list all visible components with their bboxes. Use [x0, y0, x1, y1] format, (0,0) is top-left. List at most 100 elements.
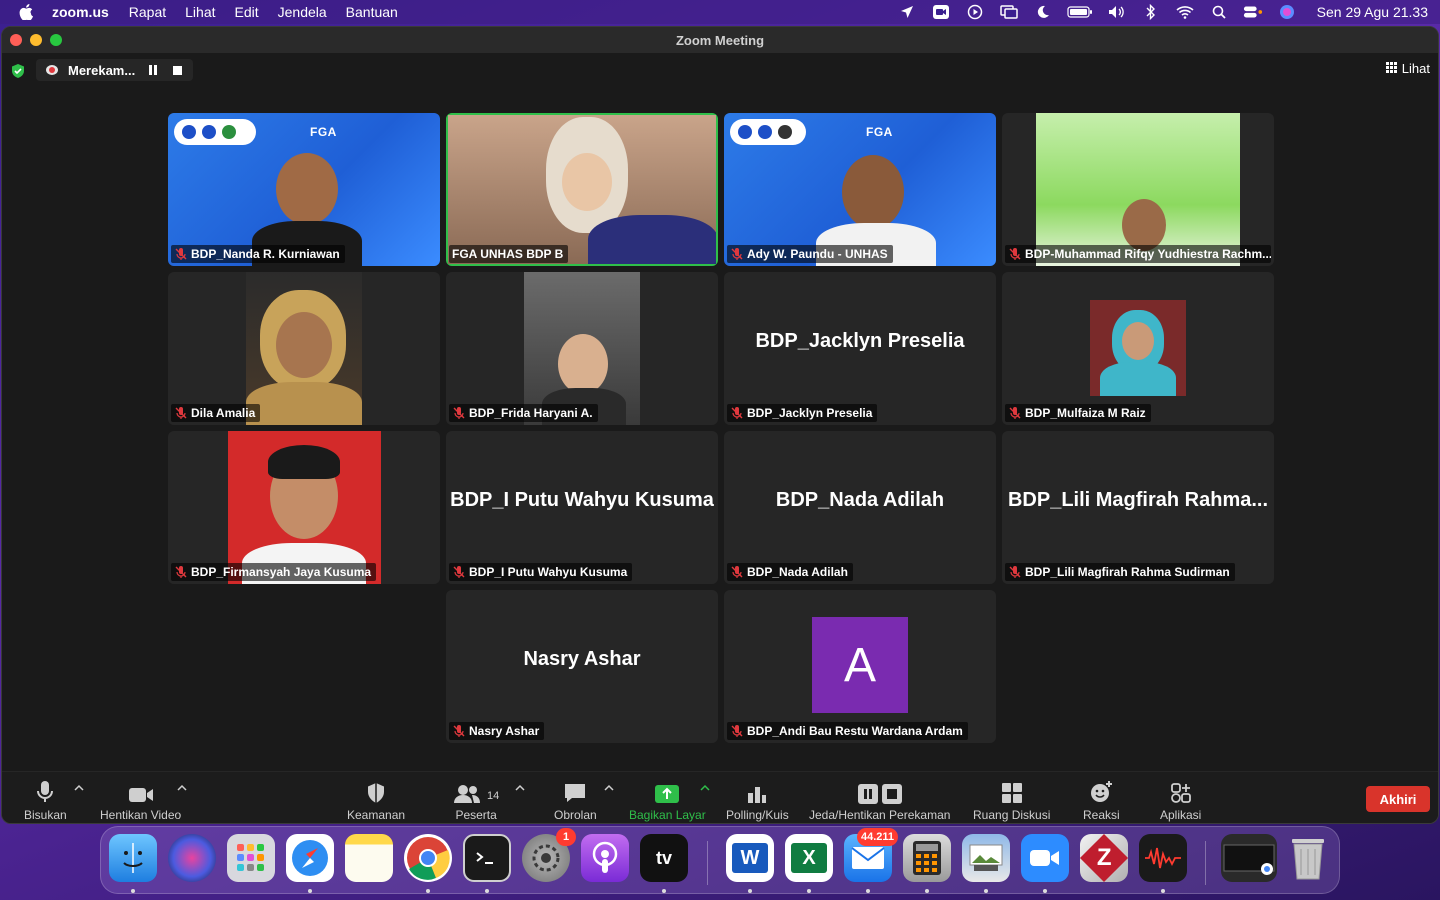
running-indicator	[1161, 889, 1165, 893]
security-button[interactable]: Keamanan	[347, 778, 405, 822]
participant-nametag: BDP_Andi Bau Restu Wardana Ardam	[727, 722, 968, 740]
participant-tile[interactable]: Nasry Ashar Nasry Ashar	[446, 590, 718, 743]
share-options-chevron-icon[interactable]	[700, 784, 710, 792]
podcasts-app-icon[interactable]	[581, 834, 629, 882]
stop-video-button[interactable]: Hentikan Video	[100, 778, 181, 822]
menu-edit[interactable]: Edit	[235, 4, 259, 20]
apple-tv-app-icon[interactable]: tv	[640, 834, 688, 882]
focus-moon-icon[interactable]	[1033, 4, 1053, 20]
apple-icon[interactable]	[12, 4, 40, 20]
participant-avatar: A	[812, 617, 908, 713]
end-meeting-button[interactable]: Akhiri	[1366, 786, 1430, 812]
participant-tile[interactable]: BDP_Frida Haryani A.	[446, 272, 718, 425]
filezilla-letter: Z	[1096, 843, 1112, 871]
pause-stop-recording-button[interactable]: Jeda/Hentikan Perekaman	[809, 778, 950, 822]
menu-lihat[interactable]: Lihat	[185, 4, 215, 20]
pause-recording-icon[interactable]	[147, 64, 159, 76]
mail-app-icon[interactable]: 44.211	[844, 828, 898, 882]
menu-rapat[interactable]: Rapat	[129, 4, 166, 20]
voice-memos-app-icon[interactable]	[1139, 834, 1187, 882]
participant-tile[interactable]: Dila Amalia	[168, 272, 440, 425]
participants-button[interactable]: 14 Peserta	[453, 778, 499, 822]
menu-jendela[interactable]: Jendela	[278, 4, 327, 20]
mic-muted-icon	[453, 566, 465, 578]
terminal-app-icon[interactable]	[463, 834, 511, 882]
spotlight-search-icon[interactable]	[1209, 4, 1229, 20]
participant-tile[interactable]: BDP_I Putu Wahyu Kusuma BDP_I Putu Wahyu…	[446, 431, 718, 584]
mic-muted-icon	[731, 248, 743, 260]
chrome-app-icon[interactable]	[404, 834, 452, 882]
system-settings-app-icon[interactable]: 1	[522, 828, 576, 882]
microsoft-excel-app-icon[interactable]: X	[785, 834, 833, 882]
mute-button[interactable]: Bisukan	[24, 778, 67, 822]
menu-clock[interactable]: Sen 29 Agu 21.33	[1317, 4, 1428, 20]
participant-nametag: BDP_Firmansyah Jaya Kusuma	[171, 563, 377, 581]
chat-options-chevron-icon[interactable]	[604, 784, 614, 792]
control-center-icon[interactable]	[1243, 4, 1263, 20]
calculator-app-icon[interactable]	[903, 834, 951, 882]
siri-icon[interactable]	[1277, 4, 1297, 20]
launchpad-app-icon[interactable]	[227, 834, 275, 882]
recent-window-thumbnail[interactable]	[1221, 834, 1277, 882]
siri-app-icon[interactable]	[168, 834, 216, 882]
filezilla-app-icon[interactable]: Z	[1079, 833, 1129, 883]
participant-name: FGA UNHAS BDP B	[452, 247, 564, 261]
safari-app-icon[interactable]	[286, 834, 334, 882]
person-figure	[246, 382, 362, 425]
reactions-button[interactable]: Reaksi	[1083, 778, 1120, 822]
polls-label: Polling/Kuis	[726, 808, 789, 822]
screen-mirroring-icon[interactable]	[999, 4, 1019, 20]
participant-nametag: BDP_Mulfaiza M Raiz	[1005, 404, 1151, 422]
notification-badge: 1	[556, 828, 576, 846]
polls-button[interactable]: Polling/Kuis	[726, 778, 789, 822]
minimize-window-button[interactable]	[30, 34, 42, 46]
share-screen-button[interactable]: Bagikan Layar	[629, 778, 706, 822]
menu-app-name[interactable]: zoom.us	[52, 4, 109, 20]
play-circle-icon[interactable]	[965, 4, 985, 20]
running-indicator	[662, 889, 666, 893]
audio-options-chevron-icon[interactable]	[74, 784, 84, 792]
view-button[interactable]: Lihat	[1385, 61, 1430, 76]
participant-tile[interactable]: BDP_Lili Magfirah Rahma... BDP_Lili Magf…	[1002, 431, 1274, 584]
preview-app-icon[interactable]	[962, 834, 1010, 882]
stop-recording-icon[interactable]	[171, 64, 183, 76]
bluetooth-icon[interactable]	[1141, 4, 1161, 20]
mic-muted-icon	[453, 407, 465, 419]
fullscreen-window-button[interactable]	[50, 34, 62, 46]
unread-mail-badge: 44.211	[856, 828, 898, 846]
zoom-app-icon[interactable]	[1021, 834, 1069, 882]
microsoft-word-app-icon[interactable]: W	[726, 834, 774, 882]
participant-tile-active-speaker[interactable]: FGA UNHAS BDP B	[446, 113, 718, 266]
location-arrow-icon[interactable]	[897, 4, 917, 20]
participant-tile[interactable]: A BDP_Andi Bau Restu Wardana Ardam	[724, 590, 996, 743]
participant-name: BDP_Andi Bau Restu Wardana Ardam	[747, 724, 963, 738]
trash-icon[interactable]	[1284, 834, 1332, 882]
recording-indicator[interactable]: Merekam...	[36, 59, 194, 81]
participant-tile[interactable]: BDP_Nada Adilah BDP_Nada Adilah	[724, 431, 996, 584]
menu-bantuan[interactable]: Bantuan	[346, 4, 398, 20]
encryption-shield-icon[interactable]	[11, 63, 25, 84]
participant-display-name: Nasry Ashar	[523, 648, 641, 670]
chat-button[interactable]: Obrolan	[554, 778, 597, 822]
apps-button[interactable]: Aplikasi	[1160, 778, 1201, 822]
participant-tile[interactable]: FGA Ady W. Paundu - UNHAS	[724, 113, 996, 266]
recording-label: Merekam...	[68, 62, 136, 78]
wifi-icon[interactable]	[1175, 4, 1195, 20]
close-window-button[interactable]	[10, 34, 22, 46]
participant-tile[interactable]: BDP_Jacklyn Preselia BDP_Jacklyn Preseli…	[724, 272, 996, 425]
participant-tile[interactable]: BDP-Muhammad Rifqy Yudhiestra Rachm...	[1002, 113, 1274, 266]
participants-options-chevron-icon[interactable]	[515, 784, 525, 792]
person-hair	[268, 445, 340, 479]
running-indicator	[426, 889, 430, 893]
participant-tile[interactable]: BDP_Firmansyah Jaya Kusuma	[168, 431, 440, 584]
breakout-rooms-button[interactable]: Ruang Diskusi	[973, 778, 1050, 822]
participant-tile[interactable]: BDP_Mulfaiza M Raiz	[1002, 272, 1274, 425]
video-options-chevron-icon[interactable]	[177, 784, 187, 792]
finder-app-icon[interactable]	[109, 834, 157, 882]
battery-icon[interactable]	[1067, 4, 1093, 20]
breakout-rooms-label: Ruang Diskusi	[973, 808, 1051, 822]
zoom-status-icon[interactable]	[931, 4, 951, 20]
volume-icon[interactable]	[1107, 4, 1127, 20]
notes-app-icon[interactable]	[345, 834, 393, 882]
participant-tile[interactable]: FGA BDP_Nanda R. Kurniawan	[168, 113, 440, 266]
